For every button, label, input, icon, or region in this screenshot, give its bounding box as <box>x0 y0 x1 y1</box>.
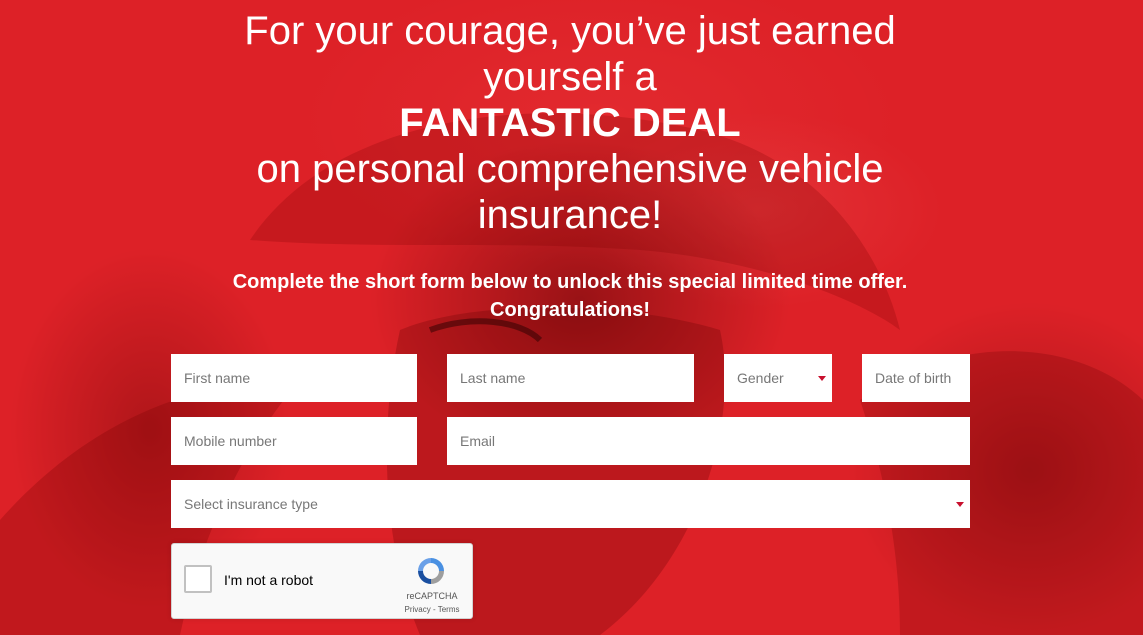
recaptcha-brand: reCAPTCHA <box>406 591 458 601</box>
recaptcha-checkbox[interactable] <box>184 565 212 593</box>
chevron-down-icon <box>956 502 964 507</box>
headline-line-2: yourself a <box>483 55 657 99</box>
intro-line-1: Complete the short form below to unlock … <box>232 271 908 293</box>
insurance-type-placeholder: Select insurance type <box>184 496 318 512</box>
hero-headline: For your courage, you’ve just earned you… <box>200 8 940 238</box>
last-name-field[interactable] <box>447 354 694 402</box>
gender-select[interactable]: Gender <box>724 354 832 402</box>
last-name-input[interactable] <box>460 370 681 386</box>
recaptcha-logo-icon <box>418 558 444 584</box>
email-input[interactable] <box>460 433 957 449</box>
recaptcha-widget: I'm not a robot reCAPTCHA Privacy - Term… <box>171 543 473 619</box>
headline-line-3: on personal comprehensive vehicle <box>256 147 884 191</box>
insurance-type-select[interactable]: Select insurance type <box>171 480 970 528</box>
form-intro: Complete the short form below to unlock … <box>150 268 990 324</box>
recaptcha-label: I'm not a robot <box>224 572 314 588</box>
headline-highlight: FANTASTIC DEAL <box>399 101 741 145</box>
gender-select-placeholder: Gender <box>737 370 784 386</box>
mobile-number-input[interactable] <box>184 433 404 449</box>
email-field[interactable] <box>447 417 970 465</box>
recaptcha-terms-link[interactable]: Privacy - Terms <box>394 605 470 614</box>
date-of-birth-field[interactable] <box>862 354 970 402</box>
first-name-input[interactable] <box>184 370 404 386</box>
first-name-field[interactable] <box>171 354 417 402</box>
date-of-birth-input[interactable] <box>875 370 957 386</box>
mobile-number-field[interactable] <box>171 417 417 465</box>
headline-line-1: For your courage, you’ve just earned <box>244 9 896 53</box>
intro-line-2: Congratulations! <box>490 299 650 321</box>
chevron-down-icon <box>818 376 826 381</box>
headline-line-4: insurance! <box>477 193 663 237</box>
